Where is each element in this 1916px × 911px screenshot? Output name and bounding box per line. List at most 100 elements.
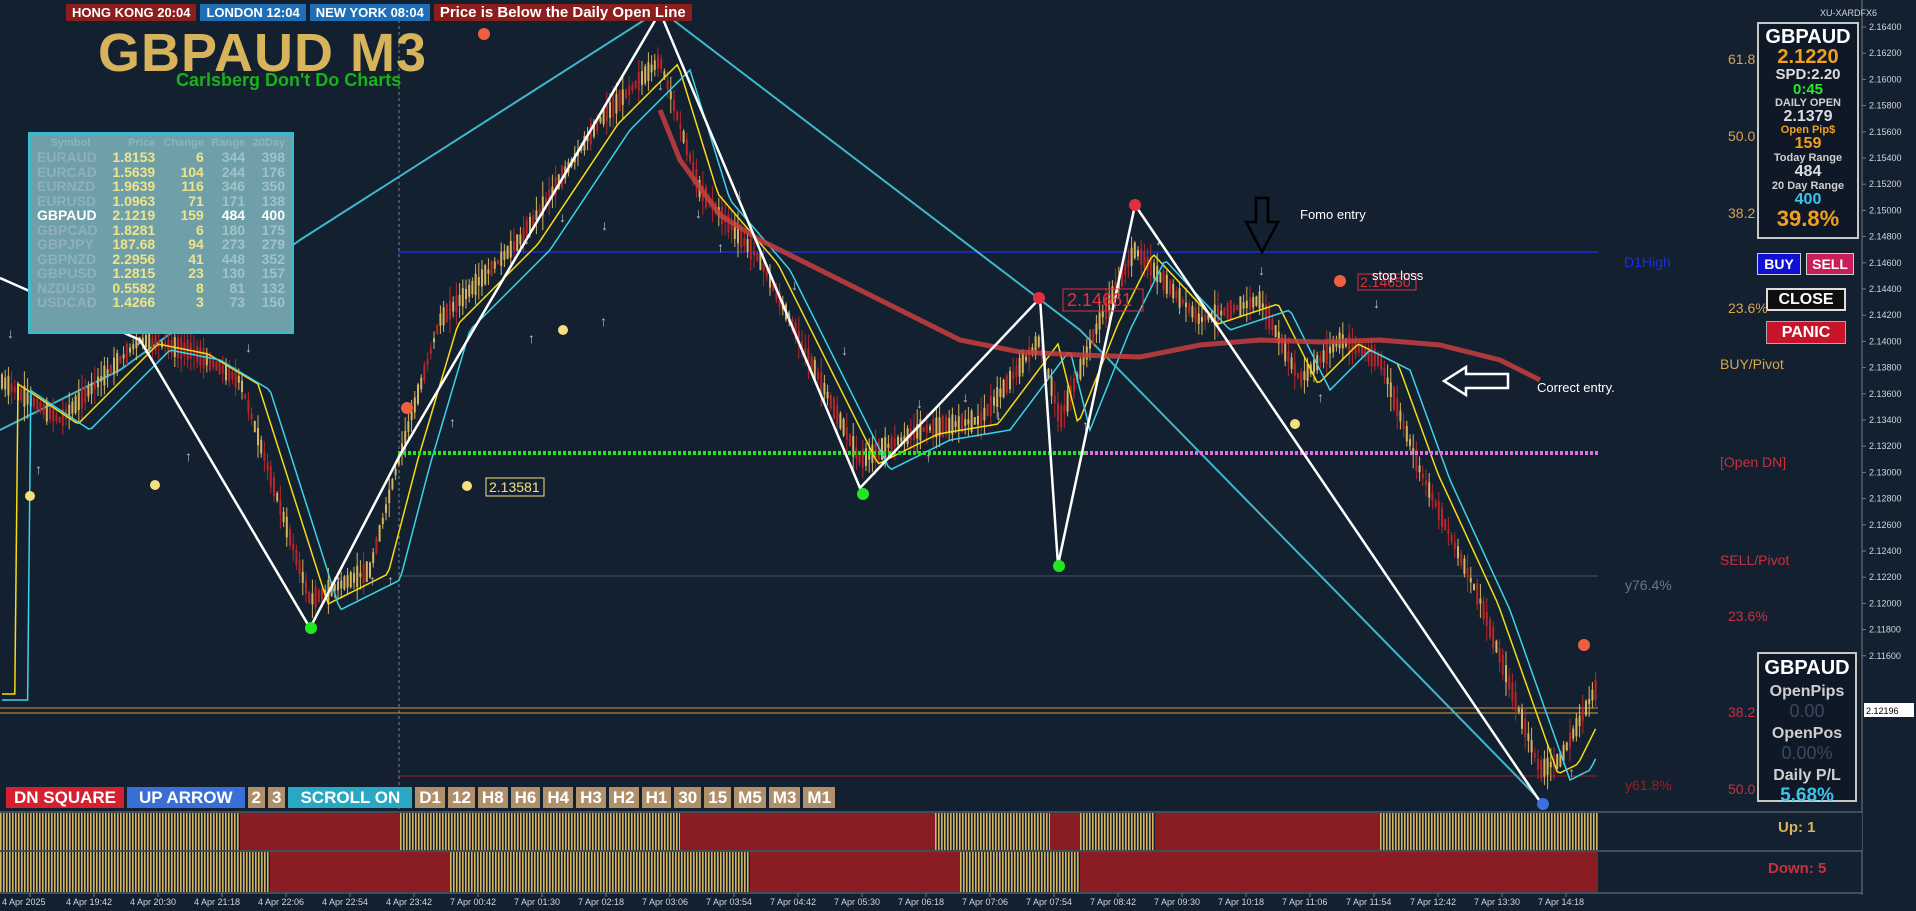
histogram-bar [1500,813,1502,850]
tf-h2-button[interactable]: H2 [608,787,639,808]
tf-15-button[interactable]: 15 [704,787,732,808]
tf-m3-button[interactable]: M3 [768,787,801,808]
watchlist-row[interactable]: GBPNZD 2.2956 41 448 352 [35,251,287,267]
histogram-bar [102,852,104,892]
watchlist-row[interactable]: EURAUD 1.8153 6 344 398 [35,150,287,165]
histogram-bar [941,813,943,850]
candle-body [1585,700,1587,716]
histogram-bar [1536,813,1538,850]
num-3-button[interactable]: 3 [267,787,286,808]
histogram-bar [475,813,477,850]
histogram-bar [950,813,952,850]
histogram-bar [1008,852,1010,892]
tf-d1-button[interactable]: D1 [415,787,445,808]
histogram-bar [1404,813,1406,850]
histogram-bar [162,813,164,850]
histogram-bar [543,852,545,892]
candle-body [311,593,314,605]
histogram-bar [1584,813,1586,850]
histogram-bar [1455,813,1457,850]
histogram-bar [1037,813,1039,850]
watchlist-cell-day20: 398 [261,149,285,165]
histogram-bar [442,813,444,850]
fib-label: 23.6% [1728,608,1768,624]
candle-body [1537,759,1539,770]
histogram-bar [1029,852,1031,892]
histogram-bar [570,852,572,892]
histogram-bar [96,852,98,892]
histogram-bar [598,813,600,850]
watchlist-row[interactable]: EURUSD 1.0963 71 171 138 [35,193,287,209]
candle-body [372,552,375,564]
watchlist-row[interactable]: GBPCAD 1.8281 6 180 175 [35,222,287,238]
histogram-bar [630,852,632,892]
tf-30-button[interactable]: 30 [674,787,702,808]
y764-label: y76.4% [1625,577,1672,593]
candle-body [410,411,413,421]
histogram-bar [171,852,173,892]
candle-body [612,96,615,117]
candle-body [1297,373,1299,379]
histogram-bar [1080,852,1390,892]
candle-body [999,388,1002,397]
signal-dot [25,491,35,501]
candle-body [516,234,519,252]
watchlist-row[interactable]: GBPUSD 1.2815 23 130 157 [35,266,287,281]
close-button[interactable]: CLOSE [1766,288,1846,311]
histogram-bar [180,813,182,850]
candle-body [436,324,439,335]
histogram-bar [666,852,668,892]
watchlist-cell-change: 6 [196,149,204,165]
scroll-button[interactable]: SCROLL ON [288,787,413,808]
tf-h8-button[interactable]: H8 [477,787,508,808]
up-arrow-button[interactable]: UP ARROW [127,787,245,808]
histogram-bar [111,813,113,850]
tf-h6-button[interactable]: H6 [510,787,541,808]
candle-body [823,383,826,395]
candle-body [1169,280,1171,296]
histogram-bar [600,852,602,892]
histogram-bar [129,852,131,892]
num-2-button[interactable]: 2 [247,787,265,808]
watchlist-row[interactable]: EURNZD 1.9639 116 346 350 [35,179,287,194]
histogram-bar [643,813,645,850]
tf-m1-button[interactable]: M1 [803,787,836,808]
buy-button[interactable]: BUY [1757,253,1801,275]
panic-button[interactable]: PANIC [1766,321,1846,344]
histogram-bar [501,852,503,892]
candle-body [599,117,602,123]
candle-body [1018,357,1021,377]
tf-h1-button[interactable]: H1 [641,787,672,808]
sell-button[interactable]: SELL [1806,253,1854,275]
histogram-bar [738,852,740,892]
candle-body [474,273,477,296]
watchlist-cell-change: 116 [181,178,204,194]
watchlist-row[interactable]: EURCAD 1.5639 104 244 176 [35,164,287,180]
down-arrow-icon: ↓ [523,231,530,247]
price-tick-label: 2.13400 [1869,415,1902,425]
candle-body [231,371,234,380]
tf-m5-button[interactable]: M5 [734,787,766,808]
histogram-bar [81,852,83,892]
tf-h4-button[interactable]: H4 [543,787,574,808]
watchlist-row[interactable]: NZDUSD 0.5582 8 81 132 [35,280,287,296]
watchlist-row[interactable]: GBPAUD 2.1219 159 484 400 [35,208,287,223]
price-tick-label: 2.14800 [1869,232,1902,242]
histogram-bar [60,813,62,850]
histogram-bar [588,852,590,892]
info-symbol: GBPAUD [1765,26,1851,48]
tf-h3-button[interactable]: H3 [576,787,606,808]
watchlist-row[interactable]: USDCAD 1.4266 3 73 150 [35,295,287,310]
candle-body [404,430,407,445]
dn-square-button[interactable]: DN SQUARE [6,787,125,808]
watchlist-row[interactable]: GBPJPY 187.68 94 273 279 [35,237,287,252]
tf-12-button[interactable]: 12 [448,787,475,808]
histogram-bar [971,813,973,850]
histogram-bar [165,852,167,892]
histogram-bar [573,852,575,892]
candle-body [1012,371,1015,380]
histogram-bar [478,813,480,850]
histogram-bar [412,813,414,850]
candle-body [1543,758,1546,777]
histogram-bar [492,852,494,892]
